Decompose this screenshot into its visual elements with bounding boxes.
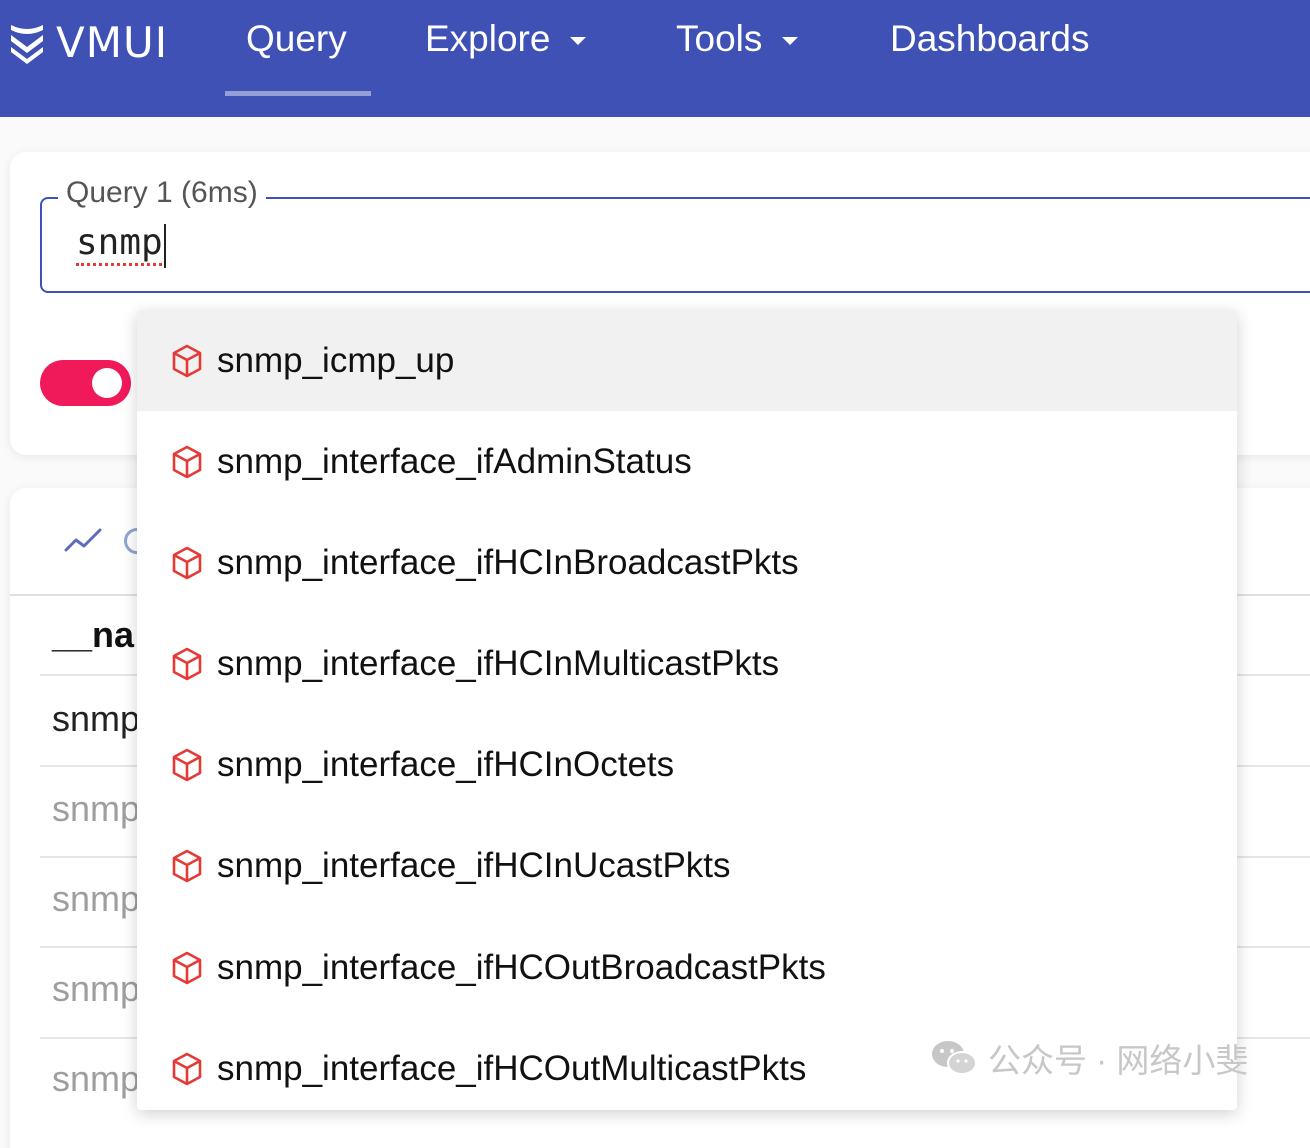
metric-cube-icon — [172, 951, 202, 984]
vmui-page: VMUI Query Explore Tools Dashboards Quer… — [0, 0, 1310, 1148]
victoriametrics-logo-icon — [11, 24, 43, 64]
query-input[interactable] — [76, 222, 876, 263]
autocomplete-option[interactable]: snmp_interface_ifAdminStatus — [137, 411, 1237, 512]
autocomplete-option-label: snmp_interface_ifHCInBroadcastPkts — [217, 542, 799, 582]
query-label: Query 1 (6ms) — [58, 176, 266, 210]
nav-tab-dashboards[interactable]: Dashboards — [890, 18, 1090, 60]
autocomplete-dropdown: snmp_icmp_up snmp_interface_ifAdminStatu… — [137, 310, 1237, 1110]
autocomplete-option-label: snmp_interface_ifAdminStatus — [217, 441, 692, 481]
table-row[interactable]: snmp — [52, 878, 140, 920]
nav-tab-explore[interactable]: Explore — [425, 18, 587, 60]
table-row[interactable]: snmp — [52, 698, 140, 740]
autocomplete-option[interactable]: snmp_interface_ifHCInMulticastPkts — [137, 613, 1237, 714]
text-cursor — [164, 224, 166, 268]
nav-tab-label: Query — [246, 18, 347, 59]
table-row[interactable]: snmp — [52, 788, 140, 830]
watermark-text: 公众号 · 网络小斐 — [988, 1042, 1249, 1079]
autocomplete-option-label: snmp_interface_ifHCInMulticastPkts — [217, 643, 780, 683]
table-row[interactable]: snmp — [52, 968, 140, 1010]
logo-text: VMUI — [56, 18, 169, 67]
autocomplete-option[interactable]: snmp_interface_ifHCInUcastPkts — [137, 815, 1237, 916]
table-row[interactable]: snmp — [52, 1058, 140, 1100]
metric-cube-icon — [172, 849, 202, 882]
autocomplete-option[interactable]: snmp_interface_ifHCInOctets — [137, 714, 1237, 815]
active-tab-indicator — [225, 91, 371, 96]
nav-tab-label: Explore — [425, 18, 551, 59]
autocomplete-option[interactable]: snmp_interface_ifHCInBroadcastPkts — [137, 512, 1237, 613]
nav-tab-query[interactable]: Query — [246, 18, 347, 60]
autocomplete-option[interactable]: snmp_interface_ifHCOutBroadcastPkts — [137, 917, 1237, 1018]
top-nav-bar: VMUI Query Explore Tools Dashboards — [0, 0, 1310, 117]
autocomplete-option-label: snmp_interface_ifHCInOctets — [217, 744, 675, 784]
graph-view-icon[interactable] — [64, 526, 104, 556]
metric-cube-icon — [172, 546, 202, 579]
autocomplete-option-label: snmp_interface_ifHCOutBroadcastPkts — [217, 947, 826, 987]
vmui-logo[interactable]: VMUI — [8, 18, 168, 67]
metric-cube-icon — [172, 647, 202, 680]
caret-down-icon — [782, 37, 799, 45]
autocomplete-toggle[interactable] — [40, 360, 131, 406]
metric-cube-icon — [172, 344, 202, 377]
nav-tab-tools[interactable]: Tools — [676, 18, 799, 60]
metric-cube-icon — [172, 445, 202, 478]
wechat-icon — [932, 1041, 977, 1075]
watermark: 公众号 · 网络小斐 — [930, 1034, 1248, 1082]
caret-down-icon — [570, 37, 587, 45]
toggle-knob — [92, 368, 122, 398]
nav-tab-label: Dashboards — [890, 18, 1090, 59]
autocomplete-option-label: snmp_icmp_up — [217, 340, 455, 380]
autocomplete-option-label: snmp_interface_ifHCOutMulticastPkts — [217, 1048, 807, 1088]
autocomplete-option-label: snmp_interface_ifHCInUcastPkts — [217, 845, 731, 885]
metric-cube-icon — [172, 748, 202, 781]
table-column-header[interactable]: __na — [52, 614, 134, 656]
nav-tab-label: Tools — [676, 18, 763, 59]
autocomplete-option[interactable]: snmp_icmp_up — [137, 310, 1237, 411]
spellcheck-underline — [76, 262, 162, 266]
metric-cube-icon — [172, 1052, 202, 1085]
